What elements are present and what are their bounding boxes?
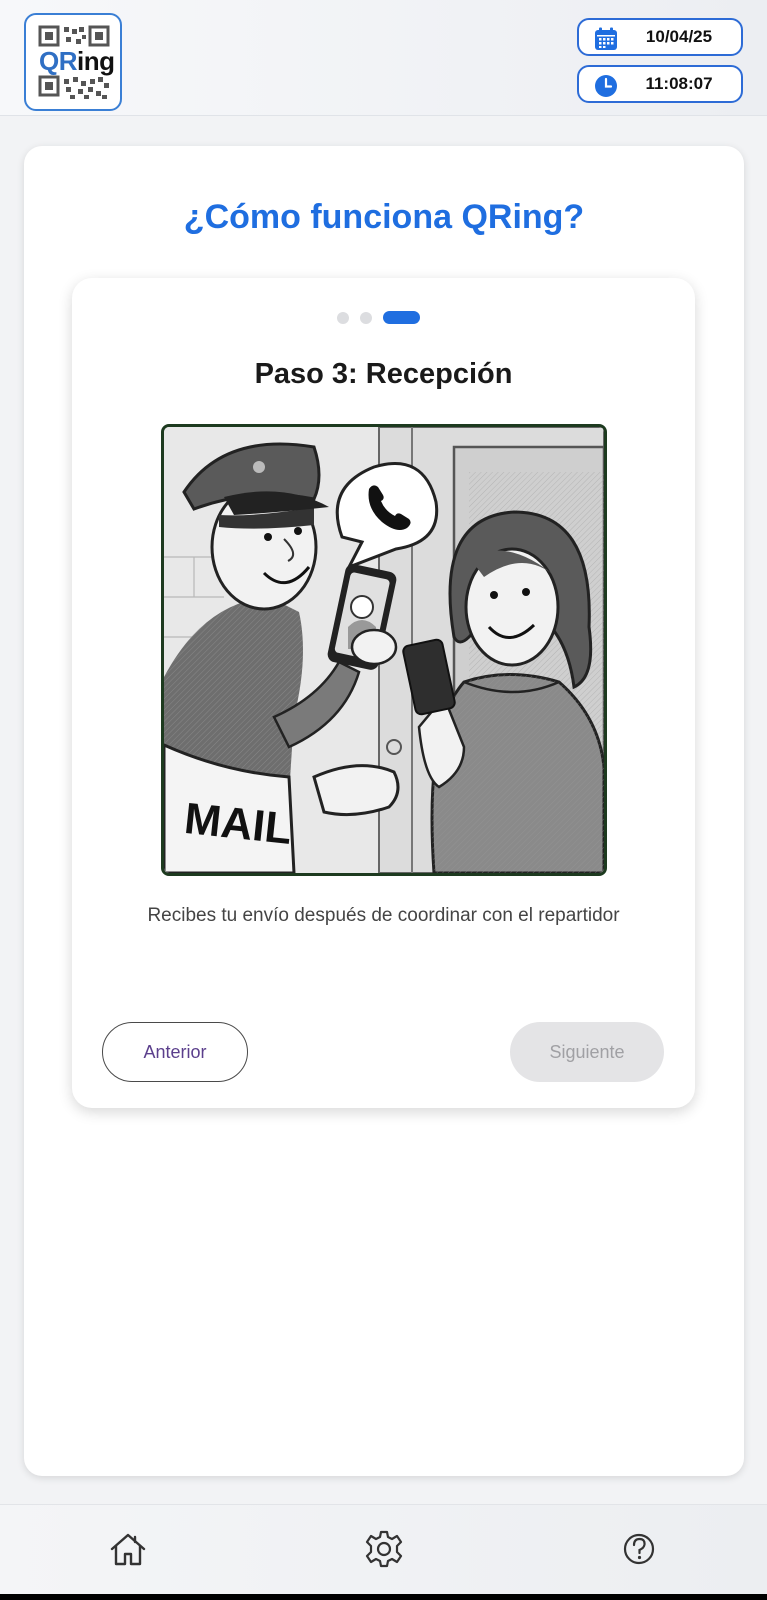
delivery-illustration: MAIL (164, 427, 604, 873)
tutorial-carousel: Paso 3: Recepción MAIL Recibes tu envío … (72, 278, 695, 1108)
time-display: 11:08:07 (577, 65, 743, 103)
step-illustration: MAIL (161, 424, 607, 876)
app-header: QRing 10/04/25 11:08:07 (0, 0, 767, 116)
main-card: ¿Cómo funciona QRing? Paso 3: Recepción (24, 146, 744, 1476)
step-dot-1[interactable] (337, 312, 349, 324)
date-value: 10/04/25 (645, 27, 713, 46)
next-button[interactable]: Siguiente (510, 1022, 664, 1082)
step-indicator (72, 310, 695, 324)
home-icon[interactable] (106, 1527, 150, 1571)
previous-button[interactable]: Anterior (102, 1022, 248, 1082)
time-value: 11:08:07 (645, 74, 713, 93)
calendar-icon (595, 27, 617, 50)
qring-logo[interactable]: QRing (24, 13, 122, 111)
system-gesture-bar (0, 1594, 767, 1600)
step-description: Recibes tu envío después de coordinar co… (147, 905, 620, 926)
help-icon[interactable] (617, 1527, 661, 1571)
page-title: ¿Cómo funciona QRing? (183, 198, 585, 236)
gear-icon[interactable] (362, 1527, 406, 1571)
bottom-nav (0, 1504, 767, 1594)
step-title: Paso 3: Recepción (254, 358, 513, 390)
logo-wordmark: QRing (38, 46, 116, 76)
step-dot-2[interactable] (360, 312, 372, 324)
clock-icon (595, 75, 617, 97)
date-display: 10/04/25 (577, 18, 743, 56)
step-dot-3-active[interactable] (383, 311, 420, 324)
